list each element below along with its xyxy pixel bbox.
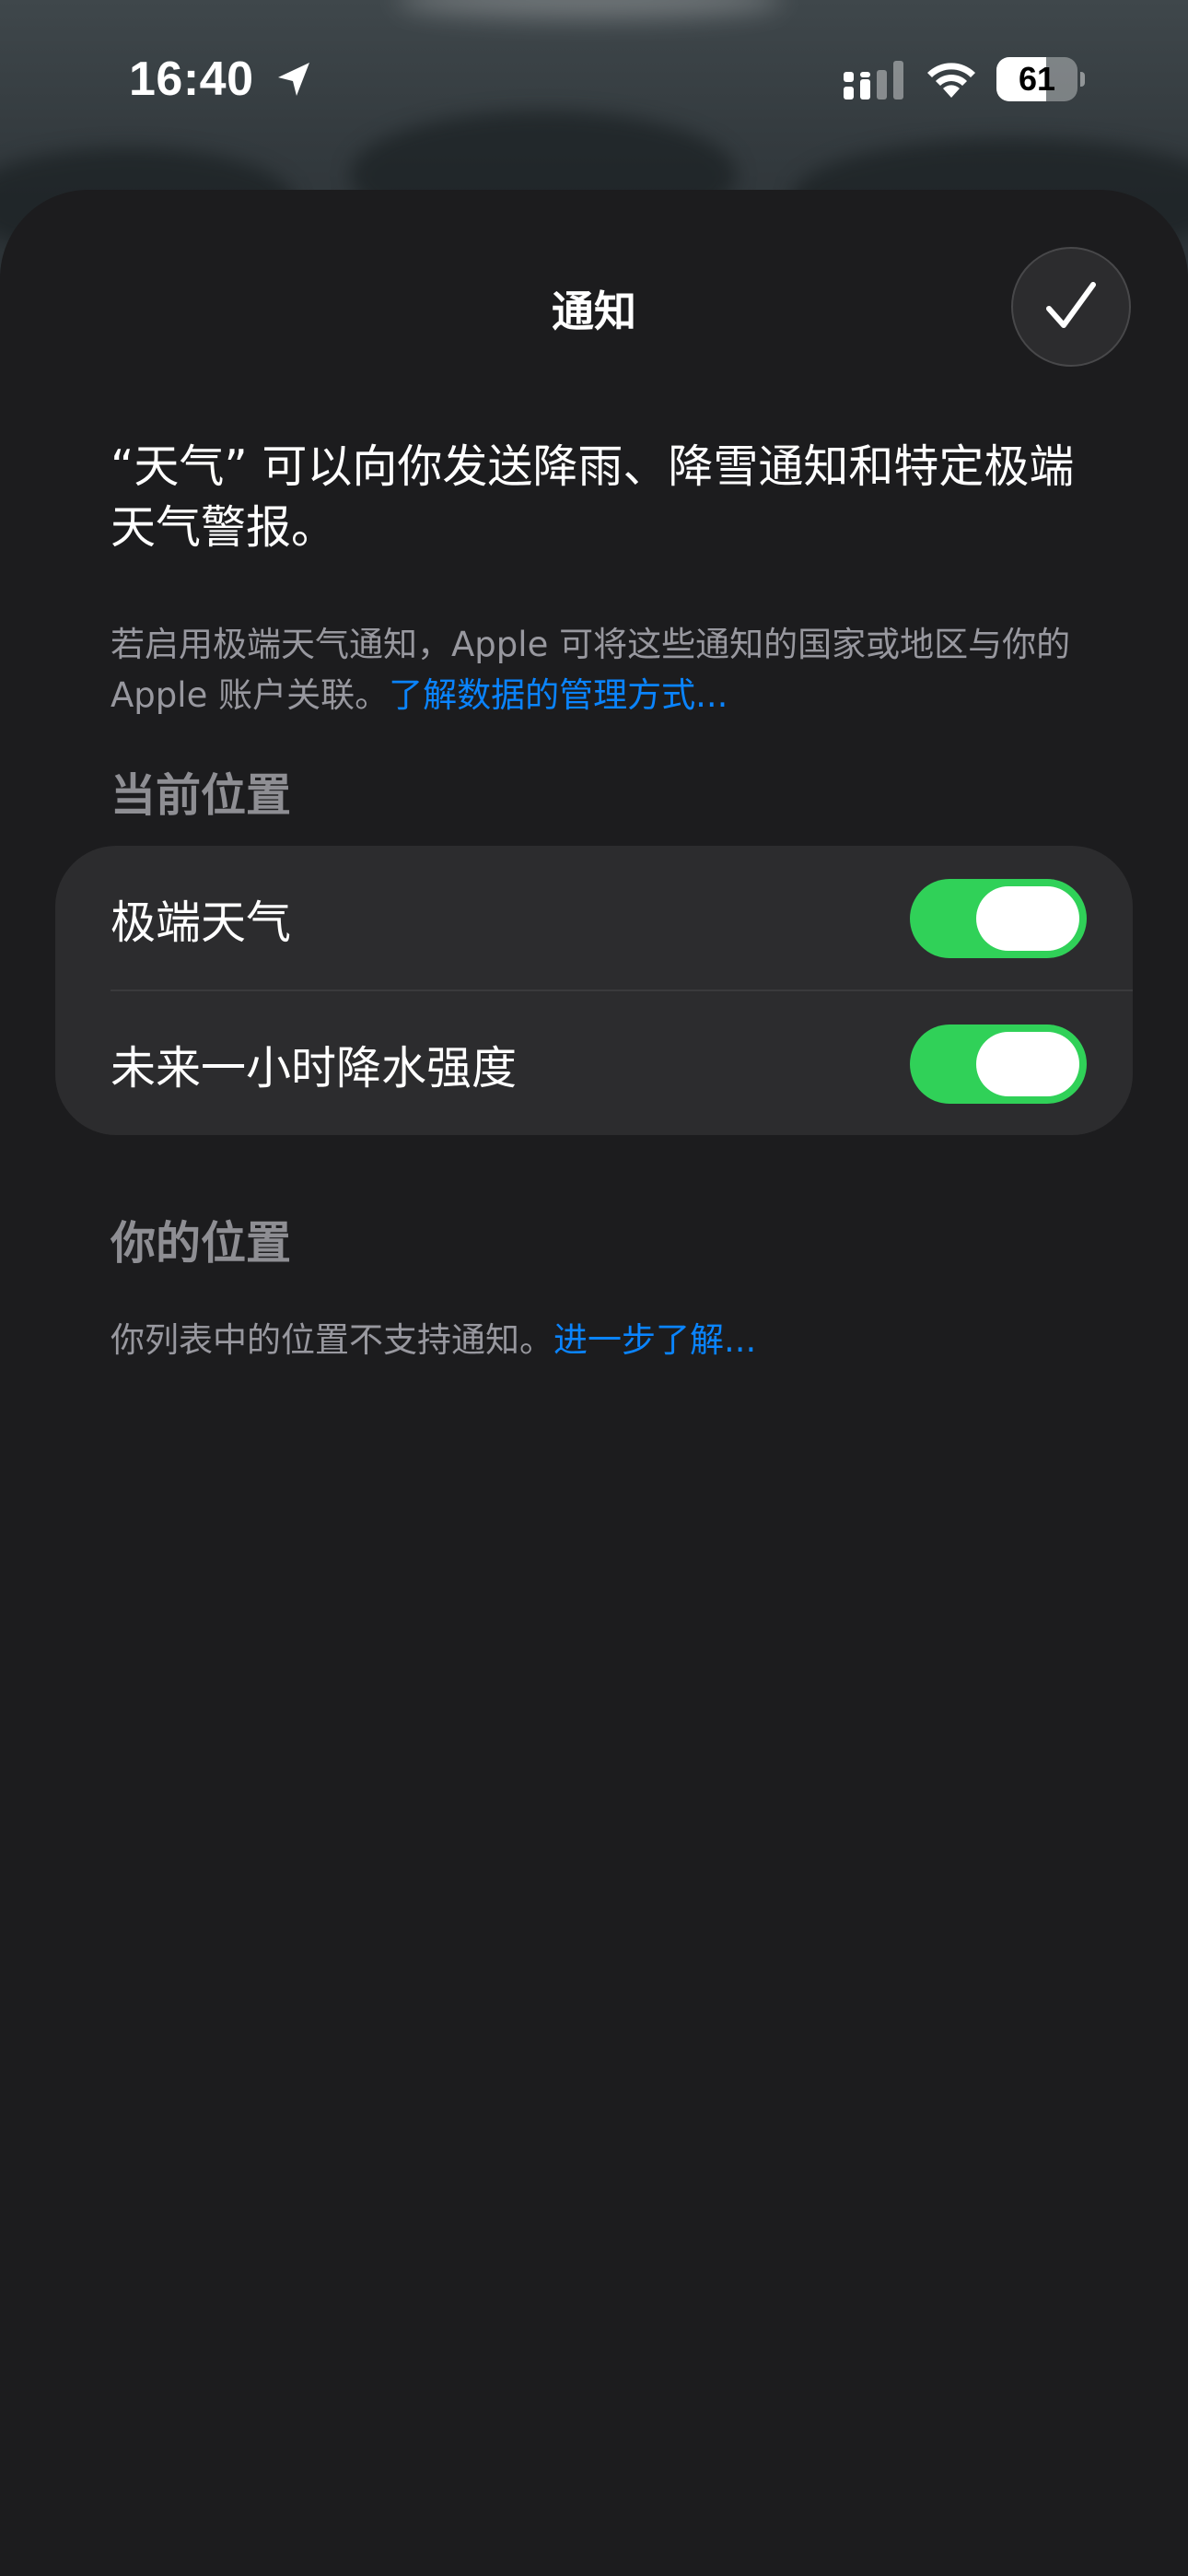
- done-button[interactable]: [1011, 247, 1131, 367]
- data-management-link[interactable]: 了解数据的管理方式...: [389, 675, 728, 715]
- cellular-signal-icon: [842, 59, 906, 101]
- toggle-knob: [976, 886, 1079, 951]
- checkmark-icon: [1046, 282, 1096, 328]
- your-locations-note-text: 你列表中的位置不支持通知。: [111, 1320, 553, 1360]
- privacy-footnote: 若启用极端天气通知，Apple 可将这些通知的国家或地区与你的 Apple 账户…: [111, 619, 1087, 720]
- extreme-weather-label: 极端天气: [111, 896, 292, 949]
- wifi-icon: [923, 57, 980, 101]
- status-time: 16:40: [129, 53, 254, 106]
- learn-more-link[interactable]: 进一步了解...: [553, 1320, 756, 1360]
- extreme-weather-toggle[interactable]: [910, 879, 1087, 958]
- location-arrow-icon: [273, 59, 315, 101]
- status-bar: 16:40 61: [0, 0, 1188, 157]
- battery-percentage: 61: [1018, 60, 1056, 98]
- next-hour-precipitation-label: 未来一小时降水强度: [111, 1042, 518, 1095]
- current-location-header: 当前位置: [111, 769, 292, 822]
- battery-icon: 61: [996, 57, 1085, 101]
- intro-text: “天气” 可以向你发送降雨、降雪通知和特定极端天气警报。: [111, 440, 1075, 554]
- your-locations-header: 你的位置: [111, 1217, 292, 1270]
- notifications-sheet: 通知 “天气” 可以向你发送降雨、降雪通知和特定极端天气警报。 若启用极端天气通…: [0, 190, 1188, 2576]
- next-hour-precipitation-row: 未来一小时降水强度: [55, 991, 1133, 1135]
- toggle-knob: [976, 1032, 1079, 1096]
- extreme-weather-row: 极端天气: [55, 846, 1133, 991]
- sheet-title: 通知: [552, 287, 636, 336]
- next-hour-precipitation-toggle[interactable]: [910, 1025, 1087, 1104]
- your-locations-note: 你列表中的位置不支持通知。进一步了解...: [111, 1312, 756, 1362]
- current-location-group: 极端天气 未来一小时降水强度: [55, 846, 1133, 1135]
